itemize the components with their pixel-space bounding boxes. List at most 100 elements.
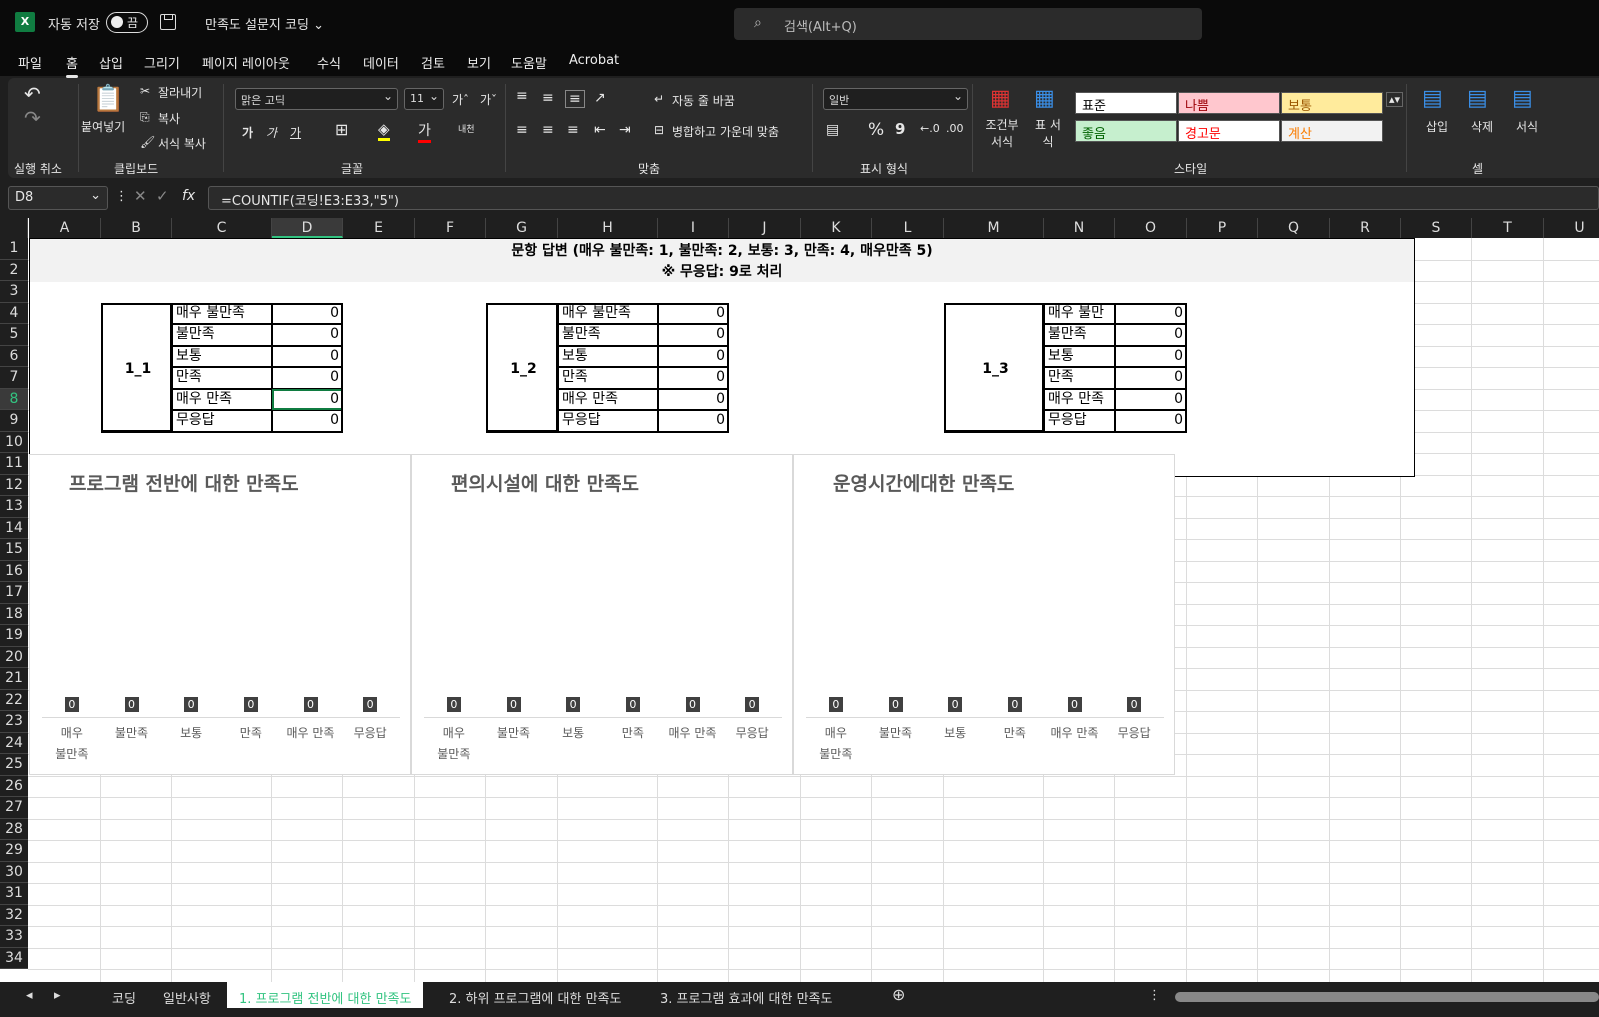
copy-button[interactable]: 복사 [158, 110, 180, 127]
table-id[interactable]: 1_3 [944, 302, 1044, 432]
fill-color-icon[interactable]: ◈ [378, 120, 390, 141]
row-header[interactable]: 13 [0, 496, 28, 518]
row-header[interactable]: 1 [0, 238, 28, 260]
name-box[interactable]: D8 [8, 186, 108, 210]
table-label[interactable]: 불만족 [172, 324, 272, 346]
paste-icon[interactable]: 📋 [92, 84, 124, 114]
horizontal-scrollbar[interactable] [1175, 992, 1599, 1002]
chart-title[interactable]: 운영시간에대한 만족도 [833, 469, 1014, 496]
comma-button[interactable]: 9 [895, 120, 905, 138]
align-top-icon[interactable]: ≡ [516, 88, 528, 104]
table-label[interactable]: 불만족 [1044, 324, 1115, 346]
style-calculation[interactable]: 계산 [1281, 120, 1383, 142]
row-header[interactable]: 26 [0, 775, 28, 797]
row-header[interactable]: 34 [0, 947, 28, 969]
redo-icon[interactable]: ↷ [24, 106, 41, 130]
table-value[interactable]: 0 [272, 302, 343, 324]
table-label[interactable]: 만족 [1044, 367, 1115, 389]
row-header[interactable]: 31 [0, 883, 28, 905]
document-title[interactable]: 만족도 설문지 코딩 ⌄ [205, 14, 324, 33]
table-label[interactable]: 불만족 [558, 324, 658, 346]
styles-scroll-icon[interactable]: ▴▾ [1386, 92, 1404, 107]
number-format-select[interactable]: 일반 [823, 88, 968, 110]
table-label[interactable]: 매우 불만족 [172, 302, 272, 324]
column-header[interactable]: D [272, 218, 343, 238]
data-label[interactable]: 0 [888, 697, 903, 712]
conditional-format-icon[interactable]: ▦ [990, 86, 1011, 111]
table-value[interactable]: 0 [658, 324, 729, 346]
delete-cells-icon[interactable]: ▤ [1467, 86, 1488, 111]
table-value[interactable]: 0 [1115, 345, 1187, 367]
insert-cells-button[interactable]: 삽입 [1426, 118, 1448, 135]
menu-review[interactable]: 검토 [421, 53, 445, 72]
row-header[interactable]: 8 [0, 388, 28, 410]
font-name-select[interactable]: 맑은 고딕 [235, 88, 398, 110]
table-label[interactable]: 매우 만족 [172, 388, 272, 410]
row-header[interactable]: 16 [0, 560, 28, 582]
data-label[interactable]: 0 [948, 697, 963, 712]
data-label[interactable]: 0 [124, 697, 139, 712]
indent-decrease-icon[interactable]: ⇤ [594, 122, 606, 138]
style-good[interactable]: 좋음 [1075, 120, 1177, 142]
table-label[interactable]: 만족 [558, 367, 658, 389]
formula-input[interactable]: =COUNTIF(코딩!E3:E33,"5") [208, 186, 1599, 210]
menu-formulas[interactable]: 수식 [317, 53, 341, 72]
column-header[interactable]: E [343, 218, 415, 238]
merge-icon[interactable]: ⊟ [654, 123, 664, 137]
wrap-text-icon[interactable]: ↵ [654, 92, 664, 106]
table-label[interactable]: 무응답 [1044, 410, 1115, 432]
cut-button[interactable]: 잘라내기 [158, 84, 202, 101]
column-header[interactable]: L [872, 218, 944, 238]
worksheet[interactable]: ABCDEFGHIJKLMNOPQRSTU 1 2 3 4 5 6 7 8 9 10 11 12 13 1… [0, 218, 1599, 982]
table-label[interactable]: 만족 [172, 367, 272, 389]
row-header[interactable]: 6 [0, 345, 28, 367]
column-header[interactable]: C [172, 218, 272, 238]
column-header[interactable]: I [658, 218, 729, 238]
align-left-icon[interactable]: ≡ [516, 122, 528, 138]
font-shrink-icon[interactable]: 가ˇ [480, 91, 497, 108]
insert-cells-icon[interactable]: ▤ [1422, 86, 1443, 111]
column-header[interactable]: U [1544, 218, 1599, 238]
menu-draw[interactable]: 그리기 [144, 53, 180, 72]
table-label[interactable]: 무응답 [172, 410, 272, 432]
column-header[interactable]: Q [1258, 218, 1330, 238]
row-header[interactable]: 11 [0, 453, 28, 475]
table-label[interactable]: 매우 불만족 [558, 302, 658, 324]
wrap-text-button[interactable]: 자동 줄 바꿈 [672, 92, 735, 109]
add-sheet-icon[interactable]: ⊕ [892, 985, 905, 1004]
delete-cells-button[interactable]: 삭제 [1471, 118, 1493, 135]
table-value[interactable]: 0 [658, 302, 729, 324]
data-label[interactable]: 0 [1127, 697, 1142, 712]
increase-decimal-icon[interactable]: ←.0 [920, 122, 940, 135]
format-painter-button[interactable]: 서식 복사 [158, 135, 206, 152]
search-box[interactable]: ⌕ 검색(Alt+Q) [734, 8, 1202, 40]
autosave-toggle[interactable]: 끔 [106, 12, 148, 33]
row-header[interactable]: 32 [0, 904, 28, 926]
table-value[interactable]: 0 [1115, 367, 1187, 389]
align-bottom-icon[interactable]: ≡ [565, 90, 585, 108]
column-header[interactable]: R [1330, 218, 1401, 238]
menu-help[interactable]: 도움말 [511, 53, 547, 72]
cancel-icon[interactable]: ✕ [134, 187, 147, 205]
column-header[interactable]: S [1401, 218, 1472, 238]
font-color-icon[interactable]: 가 [418, 120, 431, 143]
table-label[interactable]: 보통 [1044, 345, 1115, 367]
indent-increase-icon[interactable]: ⇥ [619, 122, 631, 138]
column-header[interactable]: A [29, 218, 101, 238]
menu-acrobat[interactable]: Acrobat [569, 53, 619, 68]
column-header[interactable]: T [1472, 218, 1544, 238]
data-label[interactable]: 0 [446, 697, 461, 712]
tab-scroll-right-icon[interactable]: ▸ [54, 988, 61, 1003]
column-header[interactable]: K [801, 218, 872, 238]
column-header[interactable]: F [415, 218, 486, 238]
format-table-button[interactable]: 표 서식 [1032, 116, 1064, 150]
data-label[interactable]: 0 [303, 697, 318, 712]
column-header[interactable]: G [486, 218, 558, 238]
format-cells-icon[interactable]: ▤ [1512, 86, 1533, 111]
format-cells-button[interactable]: 서식 [1516, 118, 1538, 135]
font-grow-icon[interactable]: 가ˆ [452, 91, 469, 108]
tab-general[interactable]: 일반사항 [163, 988, 211, 1007]
conditional-format-button[interactable]: 조건부 서식 [979, 116, 1025, 150]
table-value[interactable]: 0 [658, 367, 729, 389]
row-header[interactable]: 9 [0, 410, 28, 432]
